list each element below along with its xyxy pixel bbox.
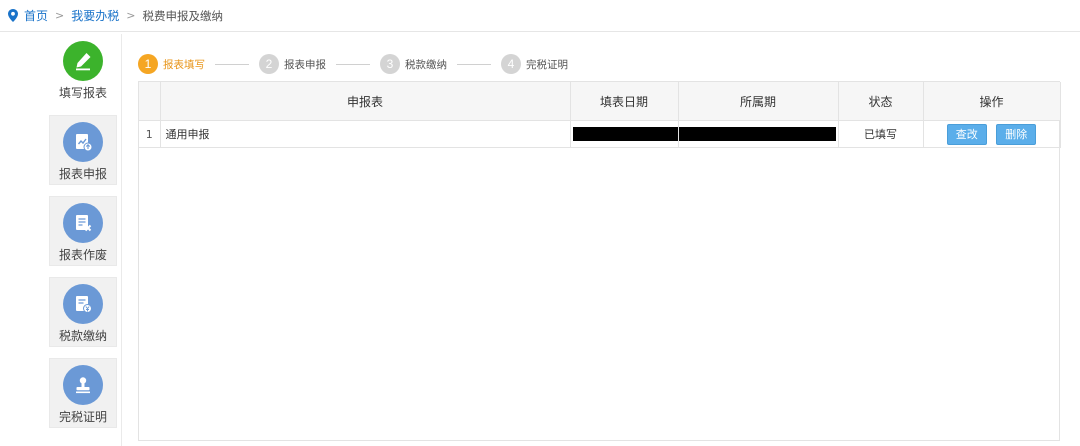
breadcrumb-section-link[interactable]: 我要办税	[71, 7, 119, 24]
fill-date-cell	[570, 120, 679, 148]
sidebar-item-label: 税款缴纳	[58, 329, 107, 343]
sidebar: 填写报表 报表申报 报表作废 税款缴纳 完税证明	[47, 34, 121, 446]
breadcrumb-home-link[interactable]: 首页	[24, 7, 48, 24]
row-index: 1	[139, 120, 161, 148]
step-label: 报表申报	[284, 58, 326, 71]
step-label: 报表填写	[163, 58, 205, 71]
tax-payment-icon	[63, 284, 103, 324]
sidebar-item-tax-payment[interactable]: 税款缴纳	[49, 277, 117, 347]
step-number: 1	[138, 54, 158, 74]
column-header-fill-date: 填表日期	[570, 82, 679, 121]
sidebar-item-label: 报表申报	[58, 167, 107, 181]
table-header-row: 申报表 填表日期 所属期 状态 操作	[139, 82, 1061, 121]
step-number: 3	[380, 54, 400, 74]
breadcrumb: 首页 > 我要办税 > 税费申报及缴纳	[0, 0, 1080, 32]
sidebar-item-label: 填写报表	[58, 86, 107, 100]
sidebar-item-void-report[interactable]: 报表作废	[49, 196, 117, 266]
redacted-block	[678, 127, 836, 141]
step-3: 3 税款缴纳	[380, 54, 447, 74]
status-cell: 已填写	[838, 120, 924, 148]
step-4: 4 完税证明	[501, 54, 568, 74]
edit-button[interactable]: 查改	[946, 123, 987, 145]
period-cell	[678, 120, 839, 148]
report-table: 申报表 填表日期 所属期 状态 操作 1 通用申报 已填写 查改 删除	[138, 81, 1061, 441]
report-name: 通用申报	[160, 120, 571, 148]
sidebar-item-label: 完税证明	[58, 410, 107, 424]
report-cancel-icon	[63, 203, 103, 243]
column-header-index	[139, 82, 161, 121]
step-number: 2	[259, 54, 279, 74]
breadcrumb-separator: >	[126, 9, 136, 22]
sidebar-item-fill-report[interactable]: 填写报表	[49, 34, 117, 104]
step-label: 完税证明	[526, 58, 568, 71]
column-header-period: 所属期	[678, 82, 839, 121]
stamp-icon	[63, 365, 103, 405]
actions-cell: 查改 删除	[923, 120, 1061, 148]
breadcrumb-separator: >	[55, 9, 65, 22]
step-connector	[215, 63, 249, 65]
step-connector	[457, 63, 491, 65]
delete-button[interactable]: 删除	[996, 123, 1037, 145]
table-row: 1 通用申报 已填写 查改 删除	[139, 120, 1061, 148]
step-progress: 1 报表填写 2 报表申报 3 税款缴纳 4 完税证明	[138, 52, 568, 76]
redacted-block	[572, 127, 678, 141]
step-number: 4	[501, 54, 521, 74]
step-connector	[336, 63, 370, 65]
step-label: 税款缴纳	[405, 58, 447, 71]
sidebar-item-tax-certificate[interactable]: 完税证明	[49, 358, 117, 428]
report-upload-icon	[63, 122, 103, 162]
breadcrumb-current: 税费申报及缴纳	[142, 8, 223, 23]
step-1: 1 报表填写	[138, 54, 205, 74]
column-header-actions: 操作	[923, 82, 1061, 121]
main-panel: 1 报表填写 2 报表申报 3 税款缴纳 4 完税证明 申报表 填表日期 所属期…	[121, 34, 1080, 446]
column-header-status: 状态	[838, 82, 924, 121]
location-pin-icon	[8, 9, 18, 22]
sidebar-item-submit-report[interactable]: 报表申报	[49, 115, 117, 185]
step-2: 2 报表申报	[259, 54, 326, 74]
sidebar-item-label: 报表作废	[58, 248, 107, 262]
column-header-report: 申报表	[160, 82, 571, 121]
pencil-icon	[63, 41, 103, 81]
